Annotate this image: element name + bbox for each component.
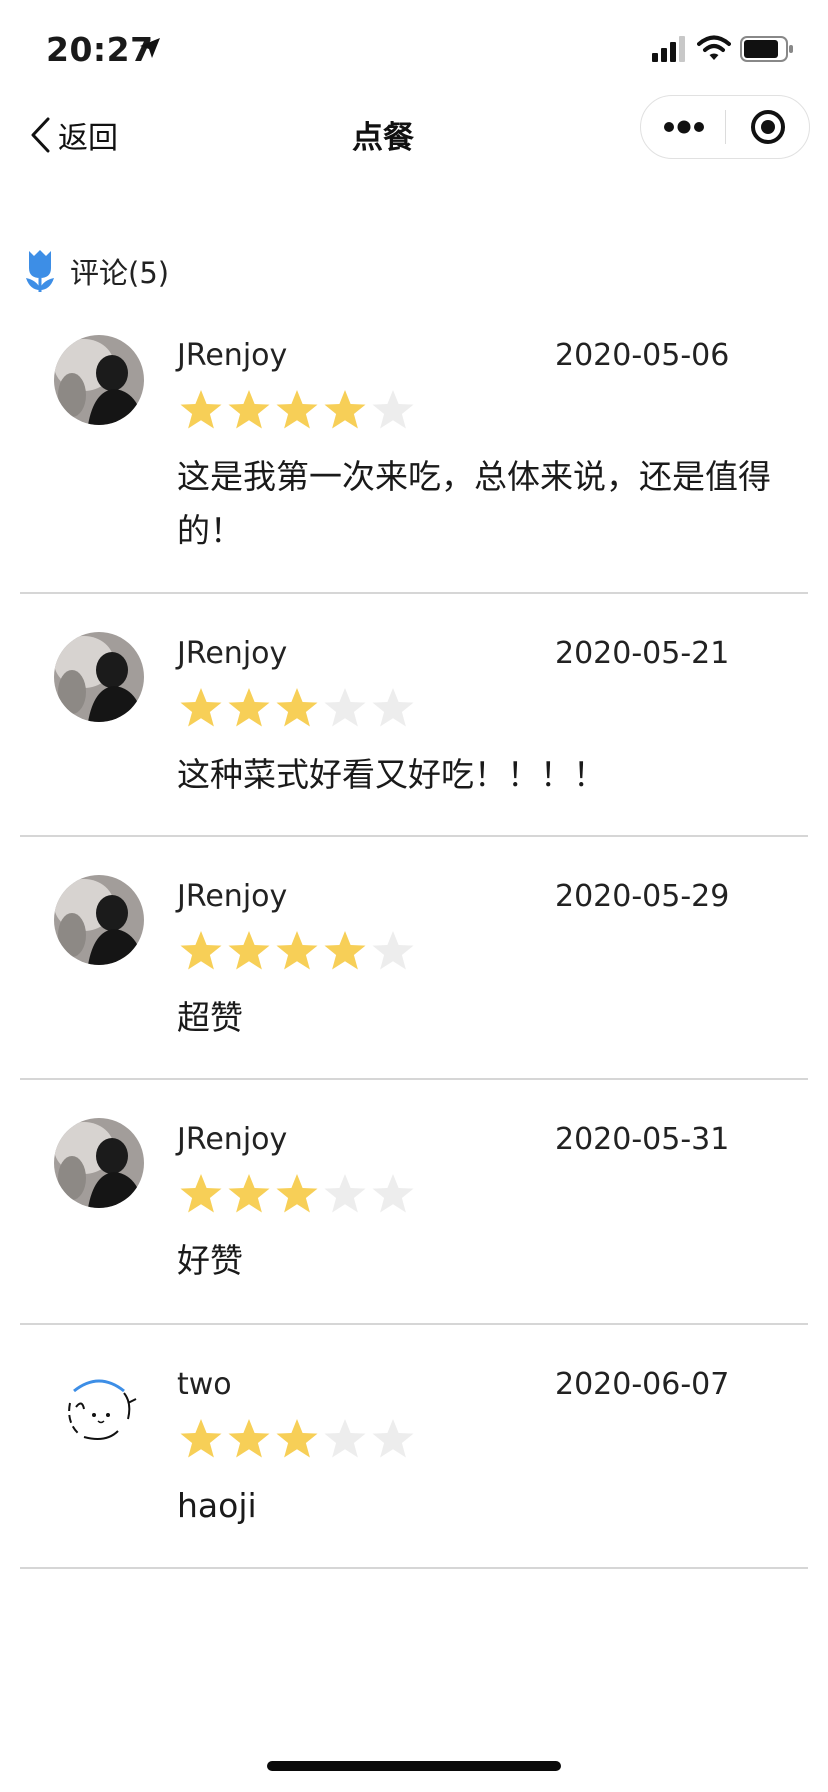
comment-text: 超赞 bbox=[177, 998, 243, 1037]
comment-item: JRenjoy 2020-05-06 这是我第一次来吃，总体来说，还是值得的！ bbox=[20, 300, 808, 594]
star-filled-icon bbox=[276, 1419, 318, 1458]
comment-text: 好赞 bbox=[177, 1241, 243, 1280]
user-name: JRenjoy bbox=[177, 338, 288, 373]
comment-date: 2020-05-29 bbox=[555, 879, 730, 914]
mini-program-capsule bbox=[640, 95, 810, 159]
comment-item: JRenjoy 2020-05-29 超赞 bbox=[20, 837, 808, 1080]
star-filled-icon bbox=[324, 390, 366, 429]
comment-text: 这是我第一次来吃，总体来说，还是值得的！ bbox=[177, 457, 771, 550]
star-empty-icon bbox=[372, 688, 414, 727]
star-filled-icon bbox=[180, 931, 222, 970]
comments-title: 评论(5) bbox=[70, 256, 170, 290]
star-filled-icon bbox=[276, 931, 318, 970]
comment-item: JRenjoy 2020-05-31 好赞 bbox=[20, 1080, 808, 1325]
location-arrow-icon bbox=[140, 38, 160, 58]
star-filled-icon bbox=[276, 688, 318, 727]
star-filled-icon bbox=[228, 1419, 270, 1458]
star-filled-icon bbox=[324, 931, 366, 970]
user-avatar bbox=[54, 1363, 144, 1453]
star-filled-icon bbox=[276, 390, 318, 429]
star-empty-icon bbox=[372, 1419, 414, 1458]
user-name: two bbox=[177, 1367, 232, 1402]
star-empty-icon bbox=[372, 390, 414, 429]
star-empty-icon bbox=[372, 931, 414, 970]
battery-icon bbox=[740, 36, 793, 62]
more-button[interactable] bbox=[641, 96, 726, 158]
star-empty-icon bbox=[324, 1419, 366, 1458]
star-rating bbox=[177, 1171, 417, 1217]
star-filled-icon bbox=[228, 390, 270, 429]
comment-text: 这种菜式好看又好吃！！！！ bbox=[177, 755, 606, 794]
star-empty-icon bbox=[324, 1174, 366, 1213]
star-filled-icon bbox=[228, 931, 270, 970]
user-avatar bbox=[54, 875, 144, 965]
tulip-icon bbox=[26, 250, 54, 292]
user-name: JRenjoy bbox=[177, 636, 288, 671]
more-dots-icon bbox=[663, 120, 704, 134]
comment-item: JRenjoy 2020-05-21 这种菜式好看又好吃！！！！ bbox=[20, 594, 808, 837]
comment-date: 2020-06-07 bbox=[555, 1367, 730, 1402]
star-filled-icon bbox=[276, 1174, 318, 1213]
star-filled-icon bbox=[180, 1174, 222, 1213]
star-filled-icon bbox=[228, 688, 270, 727]
comment-date: 2020-05-21 bbox=[555, 636, 730, 671]
star-filled-icon bbox=[180, 390, 222, 429]
star-rating bbox=[177, 685, 417, 731]
star-empty-icon bbox=[324, 688, 366, 727]
cartoon-avatar-icon bbox=[54, 1363, 144, 1453]
star-filled-icon bbox=[228, 1174, 270, 1213]
cellular-signal-icon bbox=[652, 36, 685, 62]
target-icon bbox=[751, 110, 785, 144]
user-name: JRenjoy bbox=[177, 1122, 288, 1157]
user-avatar bbox=[54, 632, 144, 722]
user-avatar bbox=[54, 1118, 144, 1208]
star-rating bbox=[177, 387, 417, 433]
star-empty-icon bbox=[372, 1174, 414, 1213]
comment-date: 2020-05-06 bbox=[555, 338, 730, 373]
star-filled-icon bbox=[180, 688, 222, 727]
comment-date: 2020-05-31 bbox=[555, 1122, 730, 1157]
star-filled-icon bbox=[180, 1419, 222, 1458]
comment-text: haoji bbox=[177, 1486, 257, 1525]
status-bar: 20:27 bbox=[0, 0, 828, 100]
home-indicator bbox=[267, 1761, 561, 1771]
user-name: JRenjoy bbox=[177, 879, 288, 914]
star-rating bbox=[177, 928, 417, 974]
comments-header: 评论(5) bbox=[24, 248, 169, 294]
nav-bar: 返回 点餐 bbox=[0, 90, 828, 190]
star-rating bbox=[177, 1416, 417, 1462]
close-button[interactable] bbox=[726, 96, 810, 158]
user-avatar bbox=[54, 335, 144, 425]
comment-item: two 2020-06-07 haoji bbox=[20, 1325, 808, 1569]
wifi-icon bbox=[697, 35, 731, 60]
